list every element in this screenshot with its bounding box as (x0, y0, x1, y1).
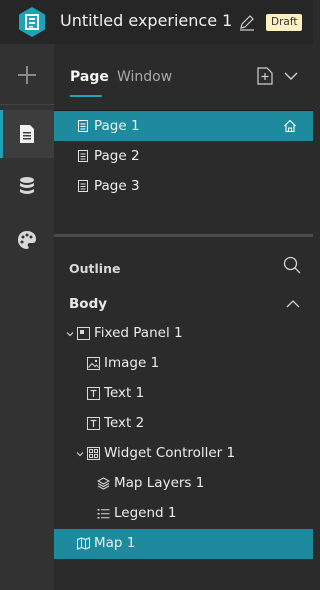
legend-icon (97, 509, 110, 519)
page-doc-icon (78, 180, 88, 192)
caret-down-icon[interactable] (76, 450, 84, 458)
home-icon[interactable] (283, 119, 297, 133)
map-icon (77, 537, 90, 550)
page-label: Page 3 (94, 178, 140, 194)
page-icon (20, 125, 34, 143)
outline-item[interactable]: Fixed Panel 1 (54, 319, 313, 349)
outline-heading: Outline (69, 261, 121, 276)
chevron-down-icon[interactable] (284, 70, 298, 82)
page-list-item[interactable]: Page 2 (54, 141, 313, 171)
plus-icon (18, 66, 36, 84)
active-tab-indicator (70, 95, 102, 97)
draft-status-badge: Draft (266, 14, 303, 31)
page-list-item[interactable]: Page 3 (54, 171, 313, 201)
palette-icon (18, 231, 36, 249)
outline-item[interactable]: Image 1 (54, 349, 313, 379)
outline-item-label: Fixed Panel 1 (94, 325, 183, 341)
rail-theme-button[interactable] (0, 220, 54, 260)
page-doc-icon (78, 150, 88, 162)
text-icon (87, 387, 100, 400)
page-panel: Page Window Page 1 Page 2 Page 3 (54, 44, 313, 234)
fixed-panel-icon (77, 327, 90, 340)
top-bar: Untitled experience 1 Draft (0, 0, 313, 44)
tab-page[interactable]: Page (70, 69, 109, 85)
outline-panel: Outline Body Fixed Panel 1 Image 1 Text … (54, 237, 313, 590)
rail-add-button[interactable] (0, 55, 54, 95)
rail-page-button[interactable] (0, 110, 54, 158)
tab-window[interactable]: Window (117, 69, 172, 85)
outline-item-label: Text 1 (104, 385, 145, 401)
outline-item-label: Image 1 (104, 355, 160, 371)
outline-item-label: Map Layers 1 (114, 475, 205, 491)
edit-pencil-icon[interactable] (238, 13, 256, 31)
outline-item[interactable]: Widget Controller 1 (54, 439, 313, 469)
rail-divider (0, 104, 54, 105)
page-doc-icon (78, 120, 88, 132)
chevron-up-icon[interactable] (286, 299, 300, 309)
outline-item[interactable]: Text 1 (54, 379, 313, 409)
search-icon[interactable] (283, 256, 301, 274)
page-list-item[interactable]: Page 1 (54, 111, 313, 141)
left-rail (0, 44, 54, 590)
outline-item[interactable]: Legend 1 (54, 499, 313, 529)
outline-body-label[interactable]: Body (69, 296, 107, 312)
experience-title[interactable]: Untitled experience 1 (60, 11, 232, 30)
image-icon (87, 357, 100, 370)
page-label: Page 1 (94, 118, 140, 134)
outline-item-label: Text 2 (104, 415, 145, 431)
data-icon (20, 177, 34, 194)
outline-item[interactable]: Map 1 (54, 529, 313, 559)
outline-item-label: Map 1 (94, 535, 136, 551)
add-page-icon[interactable] (257, 67, 273, 85)
outline-item[interactable]: Text 2 (54, 409, 313, 439)
rail-data-button[interactable] (0, 166, 54, 206)
text-icon (87, 417, 100, 430)
outline-item-label: Legend 1 (114, 505, 177, 521)
page-label: Page 2 (94, 148, 140, 164)
outline-item-label: Widget Controller 1 (104, 445, 236, 461)
widget-controller-icon (87, 447, 100, 460)
outline-item[interactable]: Map Layers 1 (54, 469, 313, 499)
layers-icon (97, 477, 110, 490)
caret-down-icon[interactable] (66, 330, 74, 338)
app-logo-icon[interactable] (16, 6, 48, 38)
